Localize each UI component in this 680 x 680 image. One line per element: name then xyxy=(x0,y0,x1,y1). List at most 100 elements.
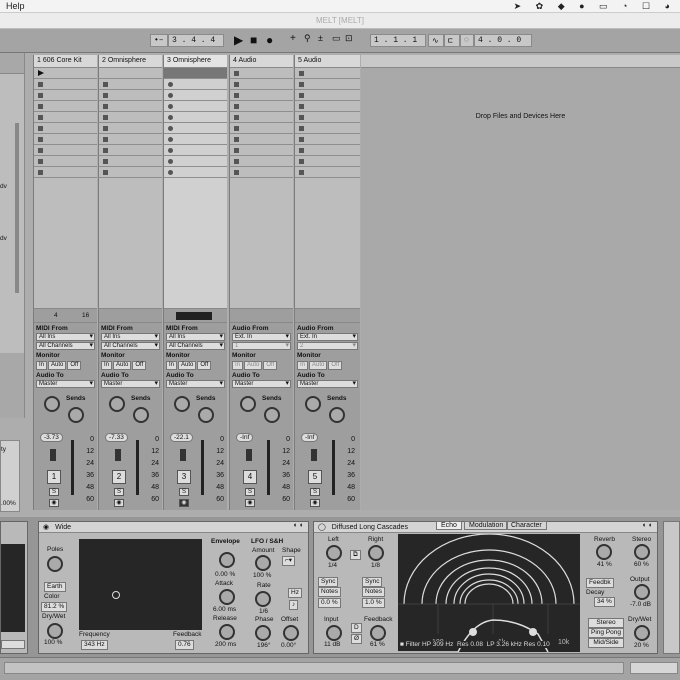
track-activator[interactable]: 3 xyxy=(177,470,191,484)
clip-slot[interactable] xyxy=(164,79,227,90)
quantize-icon[interactable]: ▭ xyxy=(332,33,341,44)
stop-clip-icon[interactable] xyxy=(299,93,304,98)
device-drop-area[interactable] xyxy=(663,521,680,654)
stop-icon[interactable]: ■ xyxy=(250,33,257,47)
monitor-auto-button[interactable]: Auto xyxy=(244,361,263,370)
offset-knob[interactable] xyxy=(283,625,299,641)
record-clip-icon[interactable] xyxy=(168,159,173,164)
clip-slot[interactable] xyxy=(99,156,162,167)
volume-display[interactable]: -3.73 xyxy=(40,433,63,442)
clip-slot-playing[interactable] xyxy=(164,68,227,79)
track-activator[interactable]: 1 xyxy=(47,470,61,484)
clip-slot[interactable] xyxy=(230,90,293,101)
clip-slot[interactable] xyxy=(99,145,162,156)
track-activator[interactable]: 2 xyxy=(112,470,126,484)
clip-slot[interactable] xyxy=(230,101,293,112)
earth-button[interactable]: Earth xyxy=(44,582,66,592)
stop-clip-icon[interactable] xyxy=(103,170,108,175)
clip-slot[interactable] xyxy=(34,156,97,167)
right-offset[interactable]: 1.0 % xyxy=(362,598,385,608)
tab-character[interactable]: Character xyxy=(506,521,547,530)
record-clip-icon[interactable] xyxy=(168,137,173,142)
stop-clip-icon[interactable] xyxy=(299,104,304,109)
stop-clip-icon[interactable] xyxy=(103,93,108,98)
monitor-auto-button[interactable]: Auto xyxy=(178,361,197,370)
solo-button[interactable]: S xyxy=(179,488,189,496)
phase-invert-button[interactable]: Ø xyxy=(351,634,363,644)
clip-slot[interactable] xyxy=(295,123,360,134)
xy-pad[interactable] xyxy=(79,539,202,630)
echo-drywet-knob[interactable] xyxy=(634,625,650,641)
tab-echo[interactable]: Echo xyxy=(436,521,462,530)
power-icon[interactable]: ◉ xyxy=(43,524,49,531)
monitor-in-button[interactable]: In xyxy=(36,361,48,370)
volume-display[interactable]: -7.33 xyxy=(105,433,128,442)
link-icon[interactable]: ⚲ xyxy=(304,33,311,44)
stop-clip-icon[interactable] xyxy=(234,93,239,98)
monitor-in-button[interactable]: In xyxy=(101,361,113,370)
clip-slot[interactable] xyxy=(295,145,360,156)
left-sync-button[interactable]: Sync xyxy=(318,577,339,587)
browser-list[interactable] xyxy=(0,73,24,353)
record-clip-icon[interactable] xyxy=(168,93,173,98)
record-clip-icon[interactable] xyxy=(168,82,173,87)
clip-slot[interactable] xyxy=(230,68,293,79)
input-knob[interactable] xyxy=(326,625,342,641)
reverb-knob[interactable] xyxy=(596,544,612,560)
stop-clip-icon[interactable] xyxy=(234,159,239,164)
stop-clip-icon[interactable] xyxy=(38,126,43,131)
monitor-off-button[interactable]: Off xyxy=(328,361,343,370)
clip-area[interactable] xyxy=(230,178,293,309)
monitor-in-button[interactable]: In xyxy=(297,361,309,370)
add-icon[interactable]: + xyxy=(290,33,296,44)
stop-clip-icon[interactable] xyxy=(103,104,108,109)
right-sync-button[interactable]: Sync xyxy=(362,577,383,587)
right-time-knob[interactable] xyxy=(368,545,384,561)
echo-display[interactable]: 100 1k 10k ■ Filter HP 309 Hz Res 0.08 L… xyxy=(398,533,580,653)
stop-clip-icon[interactable] xyxy=(299,126,304,131)
send-b-knob[interactable] xyxy=(329,407,345,423)
feedback-value[interactable]: 0.76 xyxy=(175,640,194,650)
clip-slot[interactable] xyxy=(99,90,162,101)
clip-area[interactable] xyxy=(34,178,97,309)
clip-slot[interactable] xyxy=(164,167,227,178)
stereo-mode-button[interactable]: Stereo xyxy=(588,618,624,628)
clip-slot[interactable] xyxy=(230,145,293,156)
drywet-knob[interactable] xyxy=(47,623,63,639)
record-clip-icon[interactable] xyxy=(168,126,173,131)
arm-button[interactable]: ◉ xyxy=(49,499,59,507)
drop-zone[interactable]: Drop Files and Devices Here xyxy=(361,55,680,510)
send-b-knob[interactable] xyxy=(133,407,149,423)
channel-select[interactable]: 2 xyxy=(297,342,358,350)
reverb-position-select[interactable]: Feedbk xyxy=(586,578,614,588)
monitor-auto-button[interactable]: Auto xyxy=(113,361,132,370)
record-clip-icon[interactable] xyxy=(168,115,173,120)
stop-clip-icon[interactable] xyxy=(103,126,108,131)
loop-switch-icon[interactable]: ⊏ xyxy=(444,34,460,47)
power-icon[interactable]: ◯ xyxy=(318,524,326,531)
signature-field[interactable]: 3 . 4 . 4 xyxy=(168,34,224,47)
stop-clip-icon[interactable] xyxy=(103,115,108,120)
volume-display[interactable]: -Inf xyxy=(236,433,254,442)
send-a-knob[interactable] xyxy=(109,396,125,412)
xy-handle[interactable] xyxy=(112,591,120,599)
send-a-knob[interactable] xyxy=(174,396,190,412)
stop-clip-icon[interactable] xyxy=(299,170,304,175)
stop-clip-icon[interactable] xyxy=(103,148,108,153)
clip-slot[interactable] xyxy=(295,156,360,167)
d-button[interactable]: D xyxy=(351,623,362,633)
clip-slot[interactable] xyxy=(34,79,97,90)
input-select[interactable]: All Ins xyxy=(166,333,225,341)
decay-value[interactable]: 34 % xyxy=(594,597,615,607)
track-activator[interactable]: 5 xyxy=(308,470,322,484)
channel-select[interactable]: 1 xyxy=(232,342,291,350)
clip-area[interactable] xyxy=(164,178,227,309)
clip-slot[interactable] xyxy=(230,156,293,167)
clip-slot[interactable] xyxy=(34,90,97,101)
stop-clip-icon[interactable] xyxy=(38,159,43,164)
output-select[interactable]: Master xyxy=(36,380,95,388)
arm-button[interactable]: ◉ xyxy=(245,499,255,507)
poles-knob[interactable] xyxy=(47,556,63,572)
input-select[interactable]: All Ins xyxy=(36,333,95,341)
stop-clip-icon[interactable] xyxy=(234,71,239,76)
